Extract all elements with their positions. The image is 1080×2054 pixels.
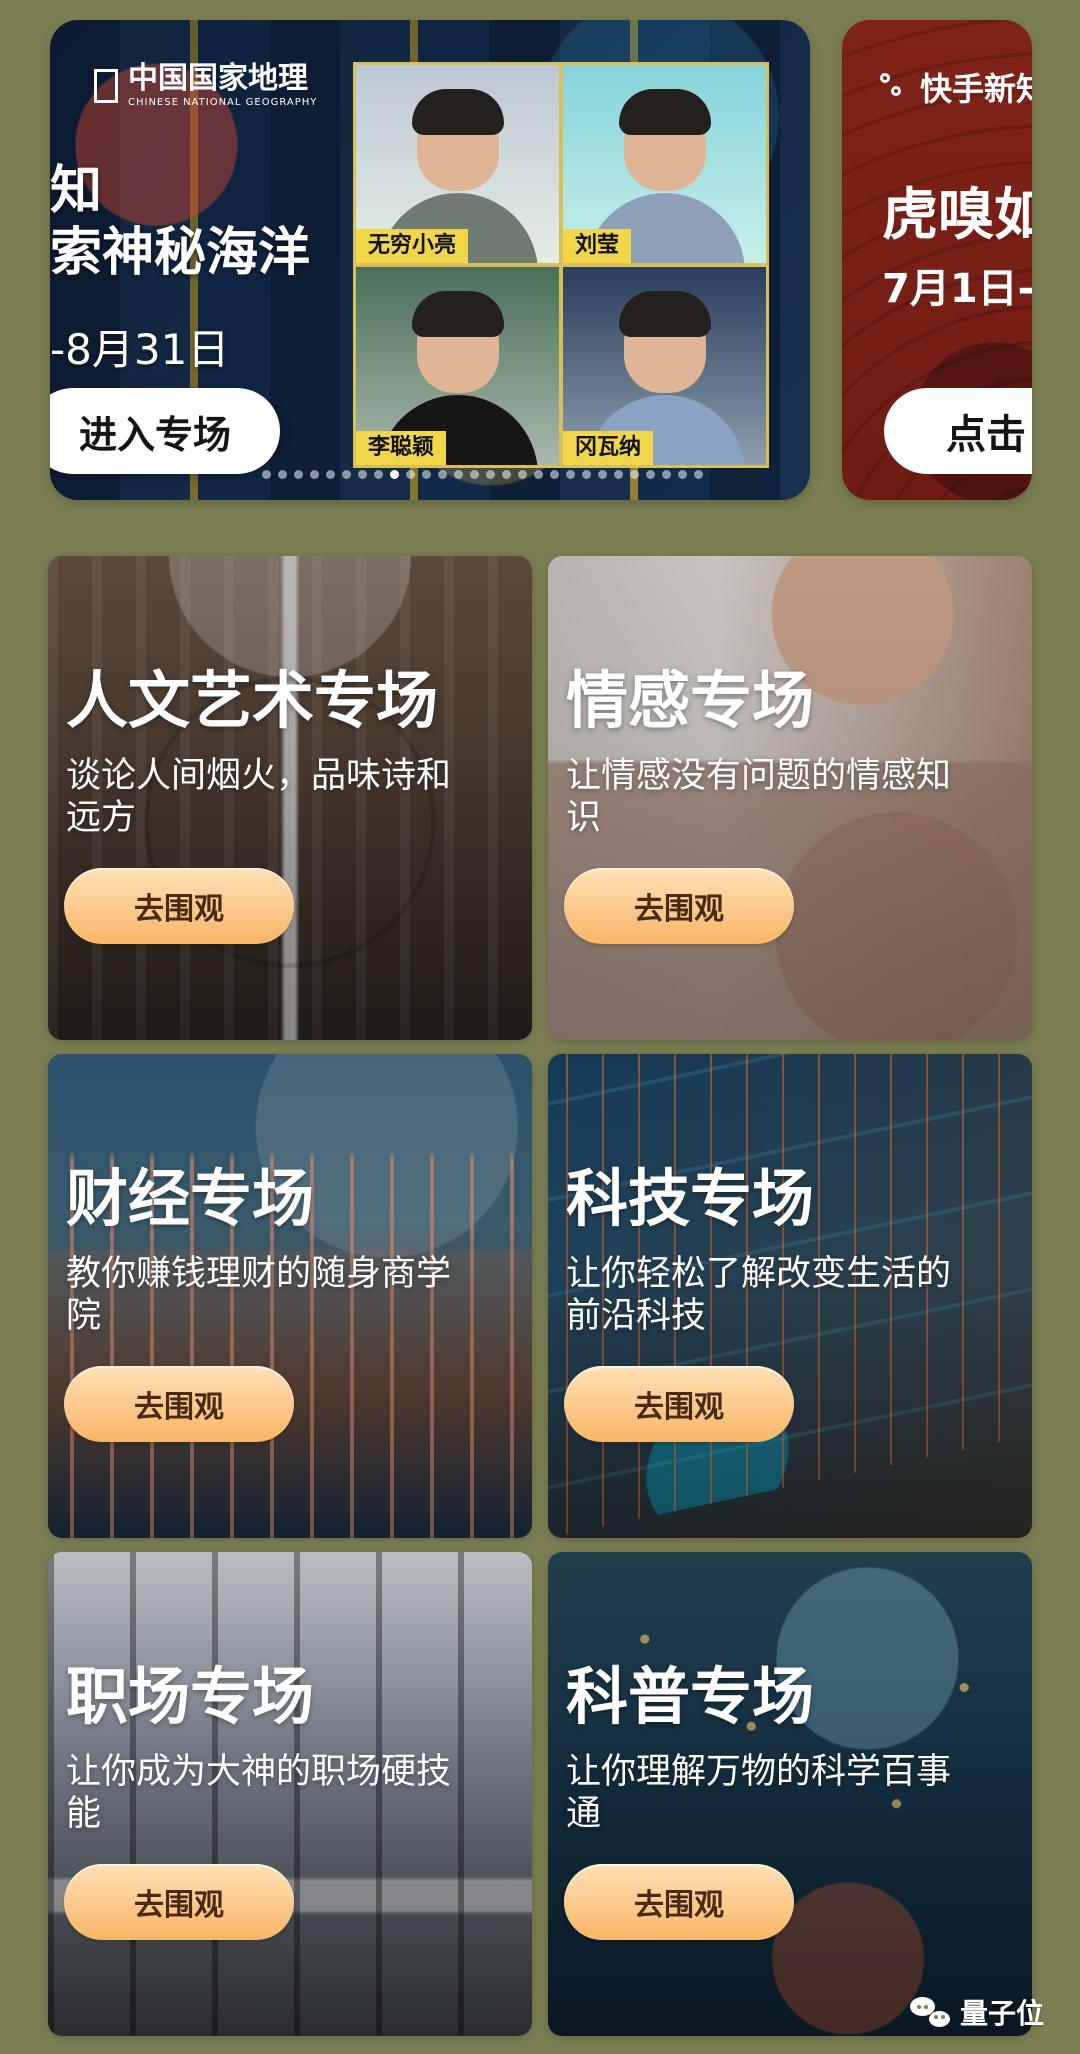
secondary-date: 7月1日- bbox=[882, 266, 1032, 312]
carousel-dot[interactable] bbox=[694, 470, 703, 479]
eye-dot bbox=[940, 2015, 945, 2019]
speaker-card: 刘莹 bbox=[563, 65, 766, 263]
carousel-dot[interactable] bbox=[582, 470, 591, 479]
eye-dot bbox=[923, 2005, 928, 2009]
watermark-text: 量子位 bbox=[959, 1997, 1044, 2030]
secondary-brand-text: 快手新知 bbox=[920, 70, 1032, 108]
card-subtitle: 教你赚钱理财的随身商学院 bbox=[66, 1253, 452, 1336]
carousel-dot[interactable] bbox=[614, 470, 623, 479]
carousel-dot[interactable] bbox=[502, 470, 511, 479]
carousel-dot[interactable] bbox=[294, 470, 303, 479]
speaker-hair bbox=[618, 89, 711, 135]
carousel-dot[interactable] bbox=[630, 470, 639, 479]
speaker-name: 刘莹 bbox=[563, 228, 632, 263]
brand-logo: 中国国家地理 CHINESE NATIONAL GEOGRAPHY bbox=[94, 64, 317, 108]
carousel-dot[interactable] bbox=[598, 470, 607, 479]
feature-card-career[interactable]: 职场专场 让你成为大神的职场硬技能 去围观 bbox=[48, 1552, 532, 2036]
card-content: 财经专场 教你赚钱理财的随身商学院 bbox=[66, 1162, 516, 1337]
carousel-dot[interactable] bbox=[358, 470, 367, 479]
card-subtitle: 谈论人间烟火，品味诗和远方 bbox=[66, 755, 452, 838]
speaker-hair bbox=[618, 291, 711, 337]
card-subtitle: 让情感没有问题的情感知识 bbox=[566, 755, 952, 838]
banner-headline-1: 知 bbox=[50, 161, 103, 221]
wechat-icon bbox=[909, 1997, 950, 2027]
speaker-name: 无穷小亮 bbox=[356, 228, 469, 263]
carousel-dot[interactable] bbox=[438, 470, 447, 479]
carousel-dot[interactable] bbox=[406, 470, 415, 479]
secondary-button[interactable]: 点击 bbox=[884, 388, 1032, 474]
watch-button[interactable]: 去围观 bbox=[564, 1864, 794, 1940]
watermark: 量子位 bbox=[909, 1992, 1044, 2032]
feature-grid: 人文艺术专场 谈论人间烟火，品味诗和远方 去围观 情感专场 让情感没有问题的情感… bbox=[48, 556, 1032, 2036]
card-content: 职场专场 让你成为大神的职场硬技能 bbox=[66, 1660, 516, 1835]
banner-national-geography[interactable]: 中国国家地理 CHINESE NATIONAL GEOGRAPHY 知 索神秘海… bbox=[50, 20, 810, 500]
secondary-title: 虎嗅如 bbox=[882, 183, 1032, 248]
carousel-dot[interactable] bbox=[454, 470, 463, 479]
banner-title: 知 索神秘海洋 bbox=[50, 160, 310, 285]
card-title: 财经专场 bbox=[66, 1162, 315, 1235]
speaker-name: 李聪颖 bbox=[356, 430, 447, 465]
carousel-dot[interactable] bbox=[422, 470, 431, 479]
speaker-card: 冈瓦纳 bbox=[563, 267, 766, 465]
feature-card-technology[interactable]: 科技专场 让你轻松了解改变生活的前沿科技 去围观 bbox=[548, 1054, 1032, 1538]
carousel-dot[interactable] bbox=[678, 470, 687, 479]
card-title: 情感专场 bbox=[566, 664, 815, 737]
card-subtitle: 让你成为大神的职场硬技能 bbox=[66, 1751, 452, 1834]
card-content: 人文艺术专场 谈论人间烟火，品味诗和远方 bbox=[66, 664, 516, 839]
feature-card-art[interactable]: 人文艺术专场 谈论人间烟火，品味诗和远方 去围观 bbox=[48, 556, 532, 1040]
eye-dot bbox=[933, 2015, 938, 2019]
card-subtitle: 让你理解万物的科学百事通 bbox=[566, 1751, 952, 1834]
speaker-name: 冈瓦纳 bbox=[563, 430, 654, 465]
carousel-dot[interactable] bbox=[390, 470, 399, 479]
speaker-card: 无穷小亮 bbox=[356, 65, 559, 263]
banner-date: -8月31日 bbox=[50, 325, 230, 374]
card-title: 职场专场 bbox=[66, 1660, 315, 1733]
speaker-hair bbox=[411, 89, 504, 135]
feature-card-emotion[interactable]: 情感专场 让情感没有问题的情感知识 去围观 bbox=[548, 556, 1032, 1040]
carousel-dot[interactable] bbox=[646, 470, 655, 479]
carousel-dot[interactable] bbox=[342, 470, 351, 479]
carousel-dot[interactable] bbox=[486, 470, 495, 479]
watch-button[interactable]: 去围观 bbox=[64, 1864, 294, 1940]
card-content: 科普专场 让你理解万物的科学百事通 bbox=[566, 1660, 1016, 1835]
carousel-dot[interactable] bbox=[550, 470, 559, 479]
brand-texts: 中国国家地理 CHINESE NATIONAL GEOGRAPHY bbox=[128, 64, 317, 108]
watch-button[interactable]: 去围观 bbox=[564, 1366, 794, 1442]
card-title: 科普专场 bbox=[566, 1660, 815, 1733]
carousel-dot[interactable] bbox=[310, 470, 319, 479]
card-subtitle: 让你轻松了解改变生活的前沿科技 bbox=[566, 1253, 952, 1336]
connection-icon bbox=[880, 73, 908, 101]
brand-name: 中国国家地理 bbox=[128, 62, 308, 95]
square-outline-icon bbox=[94, 69, 118, 103]
watch-button[interactable]: 去围观 bbox=[564, 868, 794, 944]
carousel-dot[interactable] bbox=[262, 470, 271, 479]
card-content: 情感专场 让情感没有问题的情感知识 bbox=[566, 664, 1016, 839]
carousel-dot[interactable] bbox=[566, 470, 575, 479]
carousel-dot[interactable] bbox=[278, 470, 287, 479]
carousel-dot[interactable] bbox=[534, 470, 543, 479]
feature-card-finance[interactable]: 财经专场 教你赚钱理财的随身商学院 去围观 bbox=[48, 1054, 532, 1538]
carousel-dot[interactable] bbox=[326, 470, 335, 479]
carousel-dot[interactable] bbox=[662, 470, 671, 479]
speaker-hair bbox=[411, 291, 504, 337]
brand-english: CHINESE NATIONAL GEOGRAPHY bbox=[128, 97, 318, 108]
card-title: 人文艺术专场 bbox=[66, 664, 439, 737]
carousel-dot[interactable] bbox=[374, 470, 383, 479]
speaker-grid: 无穷小亮 刘莹 李聪颖 冈瓦纳 bbox=[353, 62, 769, 468]
banner-secondary[interactable]: 快手新知 虎嗅如 7月1日- 点击 bbox=[842, 20, 1032, 500]
hero-carousel[interactable]: 中国国家地理 CHINESE NATIONAL GEOGRAPHY 知 索神秘海… bbox=[0, 0, 1080, 520]
card-content: 科技专场 让你轻松了解改变生活的前沿科技 bbox=[566, 1162, 1016, 1337]
carousel-dot[interactable] bbox=[470, 470, 479, 479]
enter-feature-button[interactable]: 进入专场 bbox=[50, 388, 280, 474]
carousel-dots[interactable] bbox=[262, 470, 703, 479]
banner-headline-2: 索神秘海洋 bbox=[50, 223, 311, 284]
card-title: 科技专场 bbox=[566, 1162, 815, 1235]
watch-button[interactable]: 去围观 bbox=[64, 868, 294, 944]
carousel-dot[interactable] bbox=[518, 470, 527, 479]
feature-card-science[interactable]: 科普专场 让你理解万物的科学百事通 去围观 bbox=[548, 1552, 1032, 2036]
speaker-card: 李聪颖 bbox=[356, 267, 559, 465]
eye-dot bbox=[916, 2005, 921, 2009]
secondary-brand: 快手新知 bbox=[880, 64, 1032, 110]
watch-button[interactable]: 去围观 bbox=[64, 1366, 294, 1442]
